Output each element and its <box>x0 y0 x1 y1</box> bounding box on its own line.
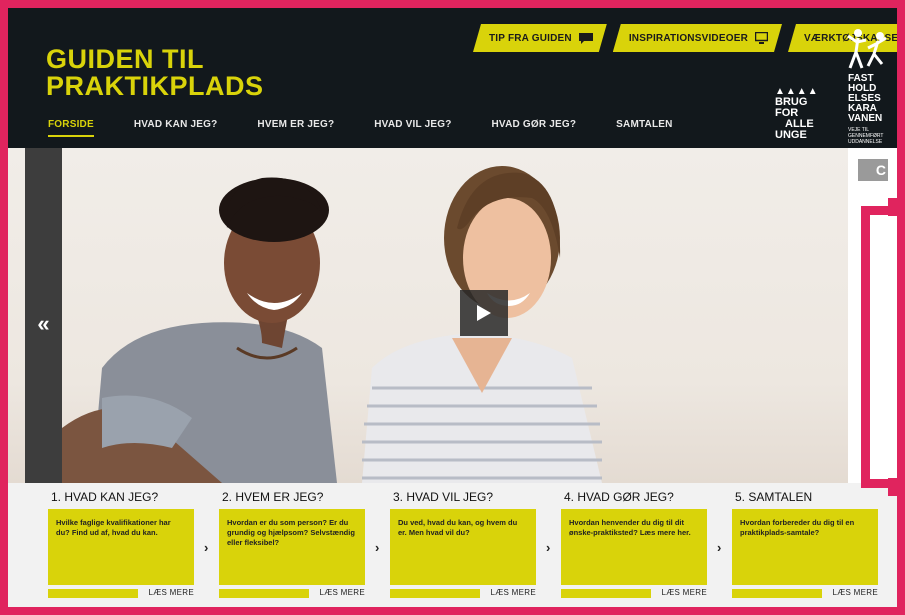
brug-logo-line: UNGE <box>775 129 807 141</box>
step-card-3[interactable]: 3. HVAD VIL JEG? Du ved, hvad du kan, og… <box>388 483 538 598</box>
pink-bracket <box>861 206 897 488</box>
chevron-right-icon: › <box>546 540 551 555</box>
pink-bracket-corner <box>888 198 897 216</box>
read-more-link[interactable]: LÆS MERE <box>832 588 878 597</box>
fast-logo-tagline: VEJE TIL GENNEMFØRT UDDANNELSE <box>848 127 884 145</box>
steps-row: 1. HVAD KAN JEG? Hvilke faglige kvalifik… <box>8 483 897 607</box>
step-description: Hvordan henvender du dig til dit ønske-p… <box>561 509 707 585</box>
fast-logo-line: VANEN <box>848 113 883 124</box>
side-tab-label: C <box>875 162 886 178</box>
read-more-link[interactable]: LÆS MERE <box>490 588 536 597</box>
main-nav: FORSIDE HVAD KAN JEG? HVEM ER JEG? HVAD … <box>48 119 713 137</box>
nav-hvad-vil-jeg[interactable]: HVAD VIL JEG? <box>374 119 451 137</box>
read-more-link[interactable]: LÆS MERE <box>319 588 365 597</box>
read-more-link[interactable]: LÆS MERE <box>148 588 194 597</box>
tip-fra-guiden-label: TIP FRA GUIDEN <box>489 32 572 44</box>
step-bar <box>219 589 309 598</box>
step-card-2[interactable]: 2. HVEM ER JEG? Hvordan er du som person… <box>217 483 367 598</box>
page-frame: GUIDEN TIL PRAKTIKPLADS TIP FRA GUIDEN I… <box>8 8 897 607</box>
step-description: Hvordan er du som person? Er du grundig … <box>219 509 365 585</box>
fastholdelseskaravanen-logo[interactable]: FAST HOLD ELSES KARA VANEN VEJE TIL GENN… <box>848 74 893 146</box>
hero-photo <box>62 166 602 483</box>
nav-hvad-kan-jeg[interactable]: HVAD KAN JEG? <box>134 119 218 137</box>
step-card-1[interactable]: 1. HVAD KAN JEG? Hvilke faglige kvalifik… <box>46 483 196 598</box>
read-more-link[interactable]: LÆS MERE <box>661 588 707 597</box>
inspirationsvideoer-label: INSPIRATIONSVIDEOER <box>628 32 748 44</box>
step-title: 4. HVAD GØR JEG? <box>564 490 674 504</box>
site-header: GUIDEN TIL PRAKTIKPLADS TIP FRA GUIDEN I… <box>8 8 897 148</box>
step-title: 3. HVAD VIL JEG? <box>393 490 494 504</box>
tip-fra-guiden-button[interactable]: TIP FRA GUIDEN <box>473 24 607 52</box>
speech-bubble-icon <box>579 33 593 44</box>
logo-line-2: PRAKTIKPLADS <box>46 71 264 101</box>
side-tab[interactable]: C <box>858 159 888 181</box>
nav-samtalen[interactable]: SAMTALEN <box>616 119 672 137</box>
step-bar <box>390 589 480 598</box>
hero-video[interactable]: « <box>8 148 848 483</box>
nav-hvem-er-jeg[interactable]: HVEM ER JEG? <box>257 119 334 137</box>
inspirationsvideoer-button[interactable]: INSPIRATIONSVIDEOER <box>613 24 782 52</box>
step-title: 5. SAMTALEN <box>735 490 813 504</box>
step-card-4[interactable]: 4. HVAD GØR JEG? Hvordan henvender du di… <box>559 483 709 598</box>
play-button[interactable] <box>460 290 508 336</box>
step-description: Hvilke faglige kvalifikationer har du? F… <box>48 509 194 585</box>
step-title: 2. HVEM ER JEG? <box>222 490 324 504</box>
site-logo[interactable]: GUIDEN TIL PRAKTIKPLADS <box>46 46 264 100</box>
chevron-right-icon: › <box>204 540 209 555</box>
logo-line-1: GUIDEN TIL <box>46 44 204 74</box>
nav-forside[interactable]: FORSIDE <box>48 119 94 137</box>
brug-for-alle-unge-logo[interactable]: ▲▲▲▲ BRUG FOR ALLE UNGE <box>775 86 835 141</box>
step-description: Du ved, hvad du kan, og hvem du er. Men … <box>390 509 536 585</box>
step-description: Hvordan forbereder du dig til en praktik… <box>732 509 878 585</box>
top-buttons: TIP FRA GUIDEN INSPIRATIONSVIDEOER VÆRKT… <box>473 24 897 52</box>
chevron-right-icon: › <box>375 540 380 555</box>
step-card-5[interactable]: 5. SAMTALEN Hvordan forbereder du dig ti… <box>730 483 880 598</box>
step-title: 1. HVAD KAN JEG? <box>51 490 159 504</box>
chevron-right-icon: › <box>717 540 722 555</box>
play-icon <box>477 305 491 321</box>
monitor-icon <box>755 32 768 44</box>
step-bar <box>48 589 138 598</box>
fastholdelse-figures-icon <box>847 29 887 69</box>
nav-hvad-goer-jeg[interactable]: HVAD GØR JEG? <box>492 119 577 137</box>
hero-prev-arrow[interactable]: « <box>25 311 62 337</box>
step-bar <box>561 589 651 598</box>
pink-bracket-corner <box>888 478 897 496</box>
step-bar <box>732 589 822 598</box>
